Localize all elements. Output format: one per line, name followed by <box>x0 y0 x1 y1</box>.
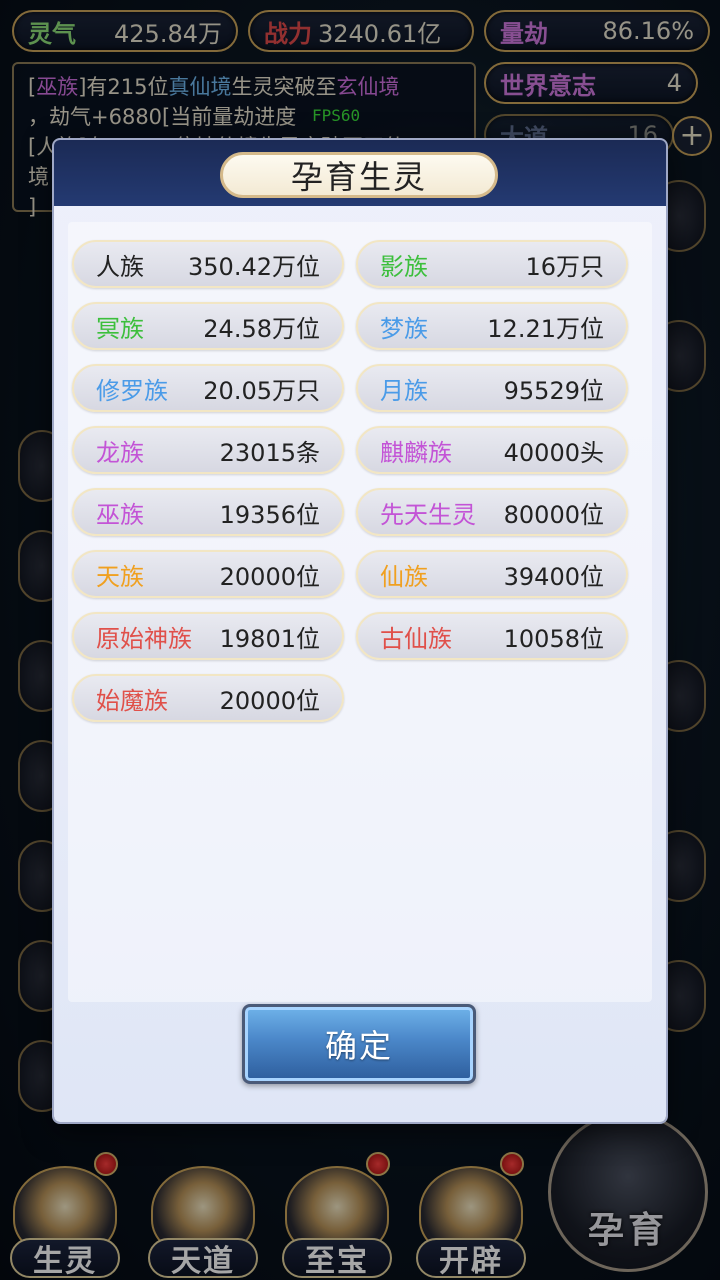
race-item: 始魔族 20000位 <box>72 674 344 722</box>
race-name: 天族 <box>96 562 144 591</box>
race-item: 梦族 12.21万位 <box>356 302 628 350</box>
race-count: 12.21万位 <box>487 314 604 343</box>
race-item: 麒麟族 40000头 <box>356 426 628 474</box>
race-item: 古仙族 10058位 <box>356 612 628 660</box>
race-count: 39400位 <box>503 562 604 591</box>
race-count: 19801位 <box>219 624 320 653</box>
race-item: 龙族 23015条 <box>72 426 344 474</box>
race-name: 修罗族 <box>96 376 168 405</box>
race-item: 月族 95529位 <box>356 364 628 412</box>
race-item: 冥族 24.58万位 <box>72 302 344 350</box>
race-item: 仙族 39400位 <box>356 550 628 598</box>
race-count: 20000位 <box>219 686 320 715</box>
race-list: 人族 350.42万位 影族 16万只冥族 24.58万位 梦族 12.21万位修罗族 20.… <box>72 240 648 722</box>
race-count: 40000头 <box>503 438 604 467</box>
race-name: 原始神族 <box>96 624 192 653</box>
race-name: 古仙族 <box>380 624 452 653</box>
race-name: 影族 <box>380 252 428 281</box>
race-count: 10058位 <box>503 624 604 653</box>
dialog-title: 孕育生灵 <box>220 152 498 198</box>
race-name: 冥族 <box>96 314 144 343</box>
race-count: 20000位 <box>219 562 320 591</box>
race-name: 龙族 <box>96 438 144 467</box>
race-count: 20.05万只 <box>203 376 320 405</box>
race-name: 梦族 <box>380 314 428 343</box>
race-name: 始魔族 <box>96 686 168 715</box>
race-count: 80000位 <box>503 500 604 529</box>
race-item: 人族 350.42万位 <box>72 240 344 288</box>
race-item: 天族 20000位 <box>72 550 344 598</box>
yuyu-shengling-dialog: 孕育生灵 人族 350.42万位 影族 16万只冥族 24.58万位 梦族 12.21万位修… <box>54 140 666 1122</box>
race-count: 95529位 <box>503 376 604 405</box>
race-item: 影族 16万只 <box>356 240 628 288</box>
race-name: 月族 <box>380 376 428 405</box>
race-name: 仙族 <box>380 562 428 591</box>
race-name: 先天生灵 <box>380 500 476 529</box>
race-name: 麒麟族 <box>380 438 452 467</box>
race-count: 16万只 <box>525 252 604 281</box>
race-item: 原始神族 19801位 <box>72 612 344 660</box>
race-name: 人族 <box>96 252 144 281</box>
race-item: 修罗族 20.05万只 <box>72 364 344 412</box>
race-item: 先天生灵 80000位 <box>356 488 628 536</box>
race-count: 350.42万位 <box>188 252 320 281</box>
race-count: 24.58万位 <box>203 314 320 343</box>
race-count: 19356位 <box>219 500 320 529</box>
race-count: 23015条 <box>219 438 320 467</box>
confirm-button[interactable]: 确定 <box>242 1004 476 1084</box>
race-name: 巫族 <box>96 500 144 529</box>
race-item: 巫族 19356位 <box>72 488 344 536</box>
